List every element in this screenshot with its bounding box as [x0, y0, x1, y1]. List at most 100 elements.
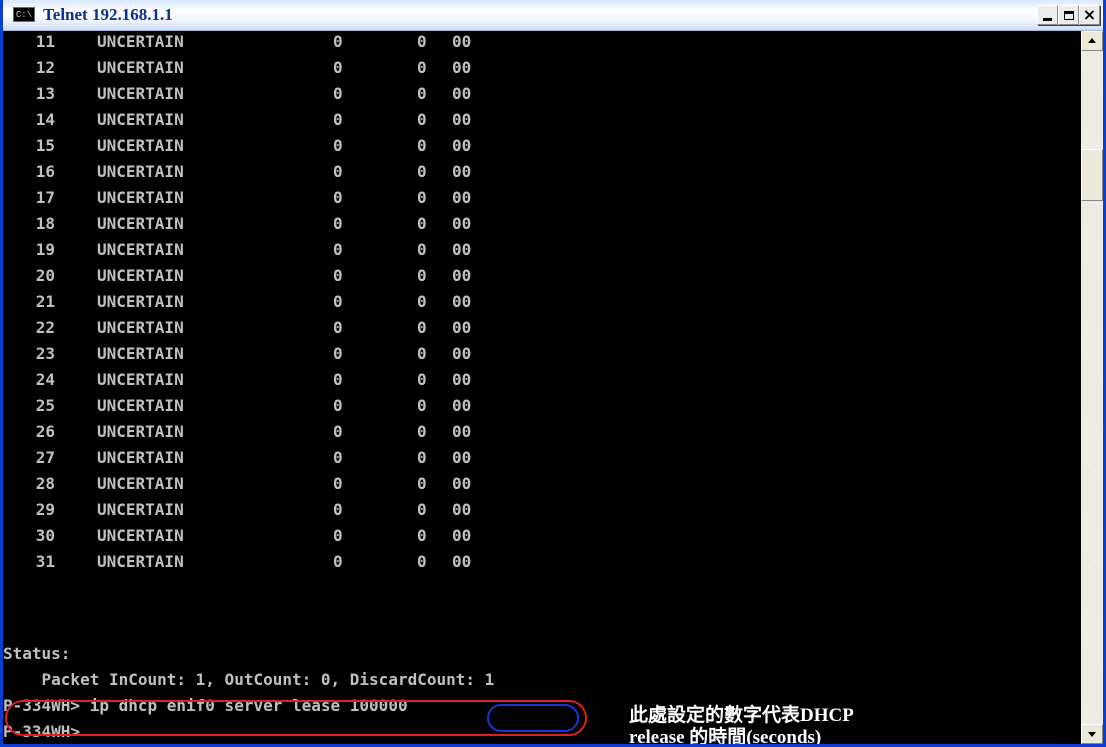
row-state: UNCERTAIN: [97, 370, 184, 389]
row-number: 25: [35, 396, 55, 415]
row-number: 11: [35, 32, 55, 51]
row-number: 14: [35, 110, 55, 129]
row-value-b: 0: [417, 214, 427, 233]
lease-value-highlight: [487, 704, 579, 732]
row-value-c: 00: [452, 214, 472, 233]
close-button[interactable]: ×: [1079, 5, 1100, 25]
row-number: 15: [35, 136, 55, 155]
row-state: UNCERTAIN: [97, 448, 184, 467]
annotation-line-1: 此處設定的數字代表DHCP: [629, 705, 854, 726]
row-value-c: 00: [452, 500, 472, 519]
telnet-window: C:\ Telnet 192.168.1.1 × 11 UNCERTAIN 0 0 00…: [0, 0, 1106, 747]
row-value-c: 00: [452, 474, 472, 493]
title-bar[interactable]: C:\ Telnet 192.168.1.1 ×: [3, 0, 1103, 31]
row-value-a: 0: [333, 370, 343, 389]
row-value-c: 00: [452, 240, 472, 259]
row-value-a: 0: [333, 162, 343, 181]
close-icon: ×: [1082, 5, 1097, 24]
row-value-b: 0: [417, 370, 427, 389]
row-value-c: 00: [452, 396, 472, 415]
scroll-thumb[interactable]: [1081, 149, 1103, 201]
scroll-down-button[interactable]: [1081, 724, 1103, 744]
row-value-a: 0: [333, 58, 343, 77]
row-state: UNCERTAIN: [97, 110, 184, 129]
annotation-text: 此處設定的數字代表DHCP release 的時間(seconds): [629, 705, 854, 744]
row-value-b: 0: [417, 84, 427, 103]
minimize-icon: [1043, 18, 1052, 21]
row-value-c: 00: [452, 526, 472, 545]
row-state: UNCERTAIN: [97, 292, 184, 311]
row-number: 24: [35, 370, 55, 389]
row-value-a: 0: [333, 500, 343, 519]
row-value-c: 00: [452, 448, 472, 467]
scroll-up-button[interactable]: [1081, 31, 1103, 51]
row-value-a: 0: [333, 474, 343, 493]
row-value-b: 0: [417, 422, 427, 441]
row-value-a: 0: [333, 110, 343, 129]
row-value-c: 00: [452, 58, 472, 77]
row-state: UNCERTAIN: [97, 214, 184, 233]
row-value-b: 0: [417, 474, 427, 493]
row-value-a: 0: [333, 32, 343, 51]
row-number: 29: [35, 500, 55, 519]
row-value-c: 00: [452, 370, 472, 389]
row-state: UNCERTAIN: [97, 318, 184, 337]
console-icon[interactable]: C:\: [13, 7, 35, 22]
row-value-c: 00: [452, 136, 472, 155]
row-value-b: 0: [417, 110, 427, 129]
row-number: 31: [35, 552, 55, 571]
row-value-c: 00: [452, 84, 472, 103]
row-state: UNCERTAIN: [97, 136, 184, 155]
minimize-button[interactable]: [1037, 5, 1058, 25]
row-number: 19: [35, 240, 55, 259]
row-state: UNCERTAIN: [97, 526, 184, 545]
row-value-a: 0: [333, 344, 343, 363]
row-state: UNCERTAIN: [97, 58, 184, 77]
row-state: UNCERTAIN: [97, 422, 184, 441]
vertical-scrollbar[interactable]: [1081, 31, 1103, 744]
row-number: 30: [35, 526, 55, 545]
row-value-b: 0: [417, 266, 427, 285]
row-value-b: 0: [417, 136, 427, 155]
row-value-a: 0: [333, 318, 343, 337]
row-number: 21: [35, 292, 55, 311]
row-number: 18: [35, 214, 55, 233]
row-value-c: 00: [452, 110, 472, 129]
row-value-c: 00: [452, 422, 472, 441]
row-value-b: 0: [417, 526, 427, 545]
row-state: UNCERTAIN: [97, 32, 184, 51]
row-value-a: 0: [333, 84, 343, 103]
row-number: 22: [35, 318, 55, 337]
row-state: UNCERTAIN: [97, 162, 184, 181]
row-value-a: 0: [333, 240, 343, 259]
row-value-b: 0: [417, 188, 427, 207]
row-value-c: 00: [452, 266, 472, 285]
row-value-b: 0: [417, 32, 427, 51]
maximize-button[interactable]: [1058, 5, 1079, 25]
row-value-c: 00: [452, 32, 472, 51]
row-value-c: 00: [452, 188, 472, 207]
row-value-a: 0: [333, 396, 343, 415]
row-value-b: 0: [417, 396, 427, 415]
row-value-a: 0: [333, 552, 343, 571]
row-state: UNCERTAIN: [97, 500, 184, 519]
status-label: Status:: [3, 644, 71, 663]
row-value-b: 0: [417, 344, 427, 363]
row-state: UNCERTAIN: [97, 188, 184, 207]
arrow-down-icon: [1088, 732, 1096, 737]
annotation-line-2: release 的時間(seconds): [629, 727, 822, 744]
window-title: Telnet 192.168.1.1: [43, 5, 173, 24]
row-state: UNCERTAIN: [97, 240, 184, 259]
row-number: 12: [35, 58, 55, 77]
row-value-a: 0: [333, 448, 343, 467]
row-number: 27: [35, 448, 55, 467]
row-value-b: 0: [417, 552, 427, 571]
row-number: 16: [35, 162, 55, 181]
console-output[interactable]: 11 UNCERTAIN 0 0 00 12 UNCERTAIN 0 0 00 13 UNCERTAI…: [3, 31, 1081, 744]
row-value-a: 0: [333, 214, 343, 233]
row-value-b: 0: [417, 292, 427, 311]
row-number: 23: [35, 344, 55, 363]
row-number: 13: [35, 84, 55, 103]
packet-count-line: Packet InCount: 1, OutCount: 0, DiscardC…: [3, 670, 495, 689]
row-value-c: 00: [452, 292, 472, 311]
